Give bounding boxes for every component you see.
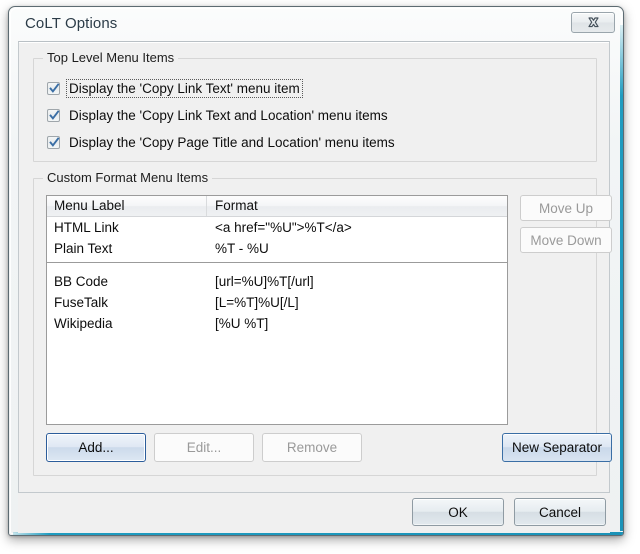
checkbox-row-copy-link-text[interactable]: Display the 'Copy Link Text' menu item [47, 78, 303, 98]
checkbox-label-copy-page-title-and-location: Display the 'Copy Page Title and Locatio… [69, 134, 395, 150]
column-header-menu-label[interactable]: Menu Label [47, 196, 207, 216]
close-icon [572, 13, 614, 32]
listview-body: HTML Link <a href="%U">%T</a> Plain Text… [47, 217, 507, 334]
dialog-client-area: Top Level Menu Items Display the 'Copy L… [18, 41, 612, 493]
checkbox-copy-page-title-and-location[interactable] [47, 135, 60, 149]
table-row[interactable]: Wikipedia [%U %T] [47, 313, 507, 334]
listview-header: Menu Label Format [47, 196, 507, 217]
custom-format-group-label: Custom Format Menu Items [43, 170, 213, 185]
move-up-button[interactable]: Move Up [520, 195, 612, 221]
dialog-footer: OK Cancel [18, 493, 610, 533]
close-button[interactable] [571, 12, 615, 33]
table-row[interactable]: FuseTalk [L=%T]%U[/L] [47, 292, 507, 313]
checkbox-copy-link-text[interactable] [47, 81, 60, 95]
top-level-menu-items-group: Top Level Menu Items Display the 'Copy L… [33, 50, 597, 162]
cell-menu-label: HTML Link [54, 220, 119, 235]
checkbox-row-copy-page-title-and-location[interactable]: Display the 'Copy Page Title and Locatio… [47, 132, 397, 152]
table-row[interactable]: Plain Text %T - %U [47, 238, 507, 259]
checkbox-label-copy-link-text: Display the 'Copy Link Text' menu item [66, 78, 303, 98]
table-row-separator[interactable] [47, 259, 507, 271]
new-separator-button[interactable]: New Separator [502, 433, 612, 462]
table-row[interactable]: HTML Link <a href="%U">%T</a> [47, 217, 507, 238]
cell-format: [%U %T] [215, 316, 269, 331]
table-row[interactable]: BB Code [url=%U]%T[/url] [47, 271, 507, 292]
add-button[interactable]: Add... [46, 433, 146, 462]
cancel-button[interactable]: Cancel [514, 498, 606, 526]
cell-format: %T - %U [215, 241, 269, 256]
cell-menu-label: Plain Text [54, 241, 113, 256]
cell-menu-label: FuseTalk [54, 295, 109, 310]
checkbox-label-copy-link-text-and-location: Display the 'Copy Link Text and Location… [69, 107, 388, 123]
cell-format: <a href="%U">%T</a> [215, 220, 352, 235]
title-bar[interactable]: CoLT Options [9, 7, 623, 43]
window-frame-accent-right [620, 25, 623, 531]
top-level-group-label: Top Level Menu Items [43, 50, 179, 65]
cell-format: [L=%T]%U[/L] [215, 295, 299, 310]
edit-button[interactable]: Edit... [154, 433, 254, 462]
ok-button[interactable]: OK [412, 498, 504, 526]
checkbox-row-copy-link-text-and-location[interactable]: Display the 'Copy Link Text and Location… [47, 105, 390, 125]
cell-format: [url=%U]%T[/url] [215, 274, 314, 289]
window-title: CoLT Options [25, 15, 118, 32]
column-header-format[interactable]: Format [208, 196, 507, 216]
checkbox-copy-link-text-and-location[interactable] [47, 108, 60, 122]
custom-format-menu-items-group: Custom Format Menu Items Menu Label Form… [33, 170, 612, 476]
remove-button[interactable]: Remove [262, 433, 362, 462]
custom-formats-listview[interactable]: Menu Label Format HTML Link <a href="%U"… [46, 195, 508, 425]
move-down-button[interactable]: Move Down [520, 227, 612, 253]
cell-menu-label: BB Code [54, 274, 109, 289]
cell-menu-label: Wikipedia [54, 316, 113, 331]
options-dialog-window: CoLT Options Top Level Menu Items Displa… [8, 6, 624, 536]
